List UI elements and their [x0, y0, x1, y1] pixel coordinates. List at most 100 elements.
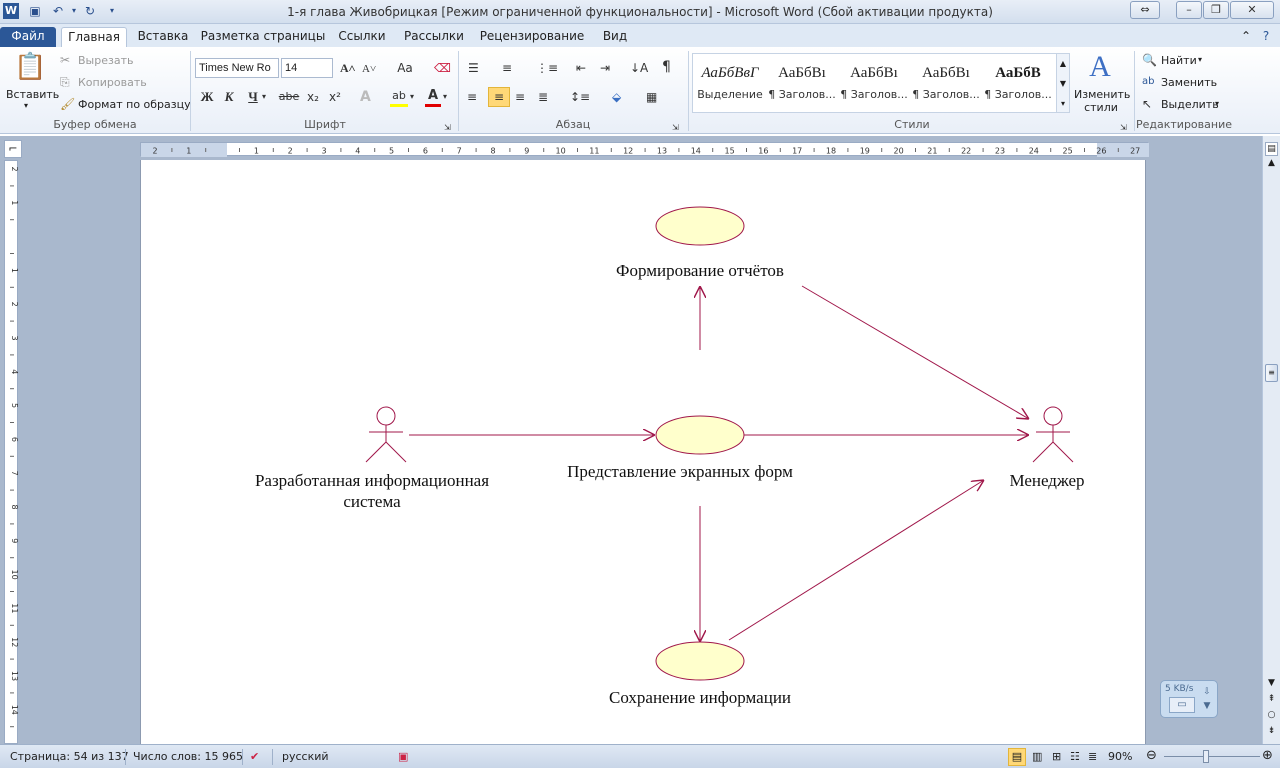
replace-icon[interactable]: ab: [1142, 74, 1154, 90]
previous-page-icon[interactable]: ⇞: [1265, 694, 1278, 706]
zoom-out-icon[interactable]: ⊖: [1146, 748, 1157, 763]
cut-button[interactable]: Вырезать: [78, 54, 133, 67]
minimize-button[interactable]: –: [1176, 1, 1202, 19]
bold-button[interactable]: Ж: [199, 89, 215, 105]
tab-home[interactable]: Главная: [61, 27, 127, 47]
scroll-down-icon[interactable]: ▼: [1265, 678, 1278, 690]
paragraph-dialog-launcher-icon[interactable]: ⇲: [672, 120, 679, 136]
align-center-icon[interactable]: ≡: [488, 87, 510, 107]
subscript-button[interactable]: x₂: [304, 89, 322, 105]
browse-object-icon[interactable]: ○: [1265, 710, 1278, 722]
style-heading-4[interactable]: АаБбВ ¶ Заголов...: [982, 59, 1054, 105]
tab-review[interactable]: Рецензирование: [476, 27, 588, 47]
view-ruler-icon[interactable]: ▤: [1265, 142, 1278, 156]
styles-dialog-launcher-icon[interactable]: ⇲: [1120, 120, 1127, 136]
borders-icon[interactable]: ▦: [646, 89, 657, 105]
superscript-button[interactable]: x²: [326, 89, 344, 105]
highlight-button[interactable]: ab: [390, 88, 408, 107]
actor-system-figure[interactable]: [365, 406, 407, 463]
minimize-ribbon-icon[interactable]: ⌃: [1238, 27, 1254, 47]
web-layout-view-icon[interactable]: ⊞: [1052, 750, 1061, 763]
clear-format-icon[interactable]: ⌫: [434, 60, 451, 76]
copy-icon[interactable]: ⎘: [60, 74, 70, 90]
restore-ribbon-button[interactable]: ⇔: [1130, 1, 1160, 19]
outline-view-icon[interactable]: ☷: [1070, 750, 1080, 763]
help-icon[interactable]: ?: [1258, 27, 1274, 47]
line-spacing-icon[interactable]: ↕≡: [570, 89, 590, 105]
change-case-button[interactable]: Aa: [393, 60, 417, 76]
bullets-icon[interactable]: ☰: [468, 60, 479, 76]
copy-button[interactable]: Копировать: [78, 76, 147, 89]
find-icon[interactable]: 🔍: [1142, 52, 1157, 68]
style-emphasis[interactable]: АаБбВвГ Выделение: [694, 59, 766, 105]
use-case-save-information[interactable]: [655, 641, 745, 681]
shrink-font-icon[interactable]: A˅: [362, 61, 376, 77]
language[interactable]: русский: [282, 750, 329, 763]
tab-selector[interactable]: ⌐: [4, 140, 22, 158]
paste-button[interactable]: Вставить: [6, 88, 59, 101]
select-icon[interactable]: ↖: [1142, 96, 1152, 112]
tab-file[interactable]: Файл: [0, 27, 56, 47]
style-heading-2[interactable]: АаБбВı ¶ Заголов...: [838, 59, 910, 105]
network-speed-widget[interactable]: 5 KB/s ▭ ⇩ ▼: [1160, 680, 1218, 718]
proofing-icon[interactable]: ✔: [250, 750, 259, 763]
styles-scroll[interactable]: ▲ ▼ ▾: [1056, 53, 1070, 113]
print-layout-view-icon[interactable]: ▤: [1008, 748, 1026, 766]
paste-dropdown-icon[interactable]: ▾: [24, 101, 28, 110]
numbering-icon[interactable]: ≡: [502, 60, 512, 76]
shading-icon[interactable]: ⬙: [612, 89, 621, 105]
vertical-ruler[interactable]: 2 1 1 2 3 4 5 6 7 8 9 10 11 12 13 14: [4, 160, 19, 744]
underline-button[interactable]: Ч: [245, 89, 261, 105]
select-button[interactable]: Выделить: [1161, 98, 1219, 111]
highlight-dropdown-icon[interactable]: ▾: [410, 89, 414, 105]
tab-insert[interactable]: Вставка: [132, 27, 194, 47]
sort-icon[interactable]: ↓A: [630, 60, 648, 76]
align-left-icon[interactable]: ≡: [467, 89, 477, 105]
font-color-dropdown-icon[interactable]: ▾: [443, 89, 447, 105]
close-button[interactable]: ✕: [1230, 1, 1274, 19]
word-count[interactable]: Число слов: 15 965: [133, 750, 243, 763]
next-page-icon[interactable]: ⇟: [1265, 726, 1278, 738]
style-heading-1[interactable]: АаБбВı ¶ Заголов...: [766, 59, 838, 105]
macro-record-icon[interactable]: ▣: [398, 750, 408, 763]
tab-view[interactable]: Вид: [598, 27, 632, 47]
decrease-indent-icon[interactable]: ⇤: [576, 60, 586, 76]
draft-view-icon[interactable]: ≣: [1088, 750, 1097, 763]
scroll-thumb[interactable]: ≡: [1265, 364, 1278, 382]
scroll-up-icon[interactable]: ▲: [1265, 158, 1278, 170]
select-dropdown-icon[interactable]: ▾: [1215, 99, 1219, 108]
zoom-slider-track[interactable]: [1164, 756, 1260, 757]
increase-indent-icon[interactable]: ⇥: [600, 60, 610, 76]
font-size-combo[interactable]: 14: [281, 58, 333, 78]
document-page[interactable]: Формирование отчётов Представление экран…: [140, 160, 1146, 744]
style-heading-3[interactable]: АаБбВı ¶ Заголов...: [910, 59, 982, 105]
tab-references[interactable]: Ссылки: [334, 27, 390, 47]
find-dropdown-icon[interactable]: ▾: [1198, 55, 1202, 64]
zoom-level[interactable]: 90%: [1108, 750, 1132, 763]
find-button[interactable]: Найти: [1161, 54, 1197, 67]
align-right-icon[interactable]: ≡: [515, 89, 525, 105]
underline-dropdown-icon[interactable]: ▾: [262, 89, 266, 105]
strikethrough-button[interactable]: abe: [278, 89, 300, 105]
show-marks-icon[interactable]: ¶: [662, 59, 671, 75]
font-name-combo[interactable]: Times New Ro: [195, 58, 279, 78]
format-painter-icon[interactable]: 🖌: [60, 96, 75, 112]
cut-icon[interactable]: ✂: [60, 52, 70, 68]
justify-icon[interactable]: ≣: [538, 89, 548, 105]
change-styles-icon[interactable]: A: [1084, 51, 1116, 83]
replace-button[interactable]: Заменить: [1161, 76, 1217, 89]
zoom-slider-thumb[interactable]: [1203, 750, 1209, 763]
format-painter-button[interactable]: Формат по образцу: [78, 98, 191, 111]
maximize-button[interactable]: ❐: [1203, 1, 1229, 19]
text-effects-icon[interactable]: A: [360, 89, 371, 105]
tab-mailings[interactable]: Рассылки: [400, 27, 468, 47]
vertical-scrollbar[interactable]: ▤ ▲ ≡ ▼ ⇞ ○ ⇟: [1262, 136, 1280, 744]
zoom-in-icon[interactable]: ⊕: [1262, 748, 1273, 763]
use-case-reports[interactable]: [655, 206, 745, 246]
grow-font-icon[interactable]: A˄: [340, 60, 356, 76]
actor-manager-figure[interactable]: [1032, 406, 1074, 463]
font-color-button[interactable]: A: [425, 88, 441, 107]
tab-page-layout[interactable]: Разметка страницы: [200, 27, 326, 47]
use-case-screen-forms[interactable]: [655, 415, 745, 455]
font-dialog-launcher-icon[interactable]: ⇲: [444, 120, 451, 136]
